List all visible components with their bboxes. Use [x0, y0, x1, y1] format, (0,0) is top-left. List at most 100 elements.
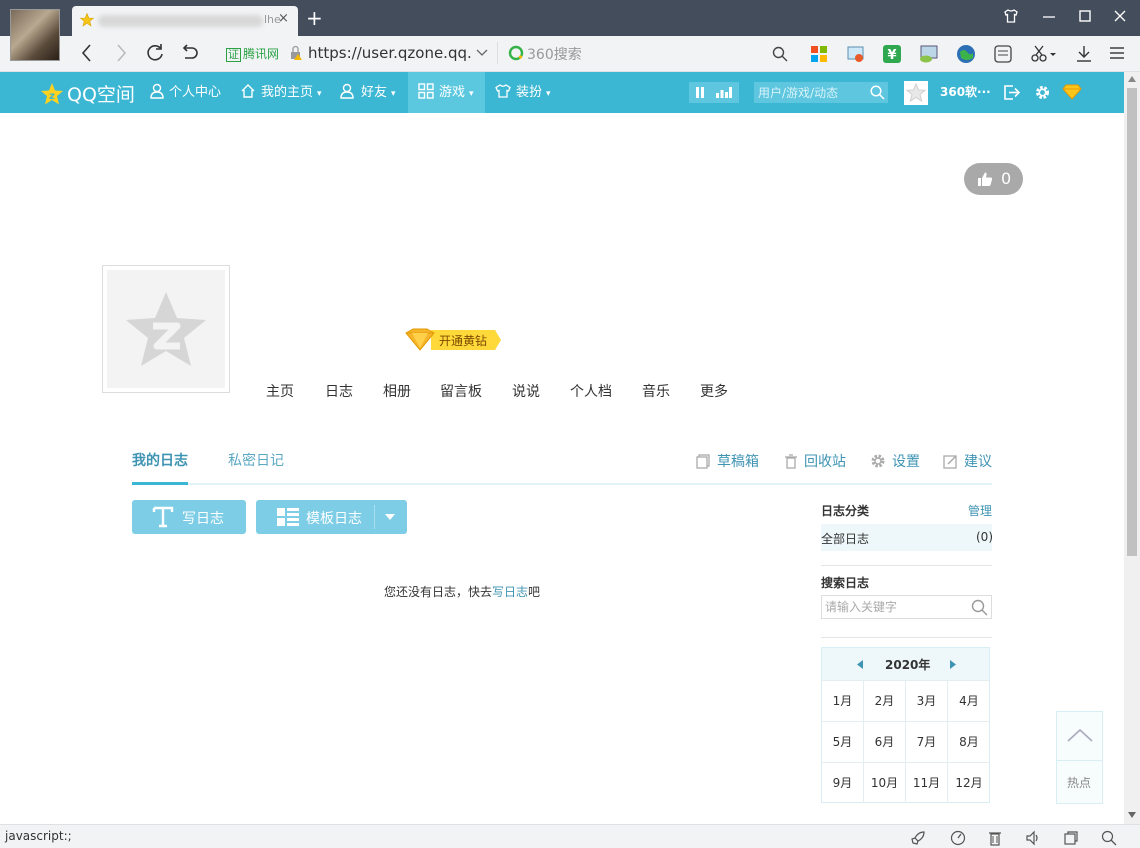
- speed-icon[interactable]: [950, 830, 966, 846]
- like-button[interactable]: 0: [964, 163, 1023, 195]
- search-icon[interactable]: [971, 599, 988, 616]
- shirt-skin-icon[interactable]: [1003, 8, 1019, 24]
- profile-nav-music[interactable]: 音乐: [642, 381, 670, 401]
- write-blog-button[interactable]: 写日志: [132, 500, 246, 534]
- month-cell[interactable]: 3月: [906, 680, 948, 721]
- profile-nav-more[interactable]: 更多: [700, 381, 728, 401]
- qzone-logo[interactable]: z QQ空间: [40, 80, 135, 107]
- qzone-search-input[interactable]: [754, 82, 864, 103]
- certificate-badge[interactable]: 证腾讯网: [226, 45, 279, 62]
- gear-icon[interactable]: [1034, 84, 1051, 101]
- chevron-up-icon[interactable]: [1066, 727, 1094, 743]
- zoom-icon[interactable]: [1101, 830, 1117, 846]
- settings-button[interactable]: 设置: [870, 451, 920, 471]
- nav-personal-center[interactable]: 个人中心: [150, 72, 221, 113]
- mode-switch[interactable]: [689, 82, 739, 103]
- address-bar: 证腾讯网 https://user.qzone.qq. 360搜索 ¥: [0, 36, 1140, 72]
- window-icon[interactable]: [1063, 830, 1079, 846]
- rocket-icon[interactable]: [910, 830, 926, 846]
- logout-icon[interactable]: [1003, 84, 1021, 101]
- sound-icon[interactable]: [1025, 830, 1041, 846]
- user-avatar[interactable]: [10, 9, 60, 61]
- trash-icon[interactable]: [988, 830, 1002, 846]
- undo-icon[interactable]: [179, 42, 199, 64]
- diamond-icon[interactable]: [1062, 84, 1082, 100]
- menu-icon[interactable]: [1109, 45, 1125, 61]
- hot-topics-button[interactable]: 热点: [1056, 711, 1103, 804]
- month-cell[interactable]: 7月: [906, 721, 948, 762]
- reader-icon[interactable]: [993, 44, 1013, 64]
- scroll-up-icon[interactable]: [1128, 76, 1136, 82]
- back-icon[interactable]: [80, 42, 94, 64]
- status-bar: javascript:;: [0, 824, 1140, 848]
- month-cell[interactable]: 8月: [948, 721, 990, 762]
- month-cell[interactable]: 5月: [822, 721, 864, 762]
- profile-picture[interactable]: [102, 265, 230, 393]
- minimize-icon[interactable]: [1042, 8, 1056, 24]
- screenshot-icon[interactable]: [846, 44, 866, 64]
- scissors-icon[interactable]: [1030, 44, 1056, 64]
- month-cell[interactable]: 9月: [822, 762, 864, 803]
- new-tab-button[interactable]: +: [306, 6, 323, 30]
- nav-label: 装扮: [516, 85, 543, 100]
- scrollbar-thumb[interactable]: [1127, 88, 1137, 556]
- next-year-icon[interactable]: [950, 660, 956, 669]
- app-grid-icon[interactable]: [810, 45, 828, 63]
- profile-nav-home[interactable]: 主页: [266, 381, 294, 401]
- month-cell[interactable]: 4月: [948, 680, 990, 721]
- qzone-search[interactable]: [754, 82, 888, 103]
- globe-icon[interactable]: [955, 43, 977, 65]
- nav-my-homepage[interactable]: 我的主页 ▾: [240, 72, 322, 113]
- blog-search-input[interactable]: [822, 596, 962, 618]
- tab-close-icon[interactable]: ×: [278, 11, 289, 26]
- search-icon[interactable]: [870, 85, 885, 100]
- profile-nav-album[interactable]: 相册: [383, 381, 411, 401]
- scrollbar[interactable]: [1124, 72, 1140, 824]
- search-blog-title: 搜索日志: [821, 576, 870, 590]
- caret-down-icon[interactable]: [385, 514, 395, 520]
- username-label[interactable]: 360软···: [940, 72, 991, 113]
- write-blog-link[interactable]: 写日志: [492, 585, 528, 599]
- window-close-icon[interactable]: [1113, 8, 1127, 24]
- nav-friends[interactable]: 好友 ▾: [340, 72, 396, 113]
- month-cell[interactable]: 2月: [864, 680, 906, 721]
- month-cell[interactable]: 6月: [864, 721, 906, 762]
- feedback-button[interactable]: 建议: [943, 451, 992, 471]
- recycle-bin-button[interactable]: 回收站: [784, 451, 846, 471]
- month-cell[interactable]: 11月: [906, 762, 948, 803]
- url-text[interactable]: https://user.qzone.qq.: [308, 44, 472, 62]
- manage-link[interactable]: 管理: [968, 502, 992, 519]
- category-all-blogs[interactable]: 全部日志 (0): [821, 524, 993, 551]
- open-yellow-diamond-button[interactable]: 开通黄钻: [403, 328, 501, 352]
- search-icon[interactable]: [772, 46, 788, 62]
- profile-nav-blog[interactable]: 日志: [325, 381, 353, 401]
- download-icon[interactable]: [1075, 44, 1093, 64]
- profile-nav-shuoshuo[interactable]: 说说: [512, 381, 540, 401]
- month-cell[interactable]: 1月: [822, 680, 864, 721]
- chevron-down-icon[interactable]: [475, 48, 489, 58]
- user-mini-avatar[interactable]: [904, 81, 928, 105]
- refresh-icon[interactable]: [145, 42, 165, 64]
- month-cell[interactable]: 10月: [864, 762, 906, 803]
- caret-down-icon: ▾: [317, 89, 322, 99]
- template-blog-button[interactable]: 模板日志: [256, 500, 407, 534]
- profile-nav-guestbook[interactable]: 留言板: [440, 381, 482, 401]
- profile-nav-profile[interactable]: 个人档: [570, 381, 612, 401]
- cloud-screen-icon[interactable]: [918, 44, 940, 64]
- lock-warning-icon[interactable]: [289, 45, 303, 61]
- divider: [497, 42, 498, 64]
- scroll-down-icon[interactable]: [1128, 812, 1136, 818]
- search-engine-box[interactable]: 360搜索: [508, 44, 582, 64]
- maximize-icon[interactable]: [1078, 8, 1092, 24]
- blog-search[interactable]: [821, 595, 992, 619]
- yuan-icon[interactable]: ¥: [882, 44, 902, 64]
- month-cell[interactable]: 12月: [948, 762, 990, 803]
- prev-year-icon[interactable]: [857, 660, 863, 669]
- nav-dress-up[interactable]: 装扮 ▾: [495, 72, 551, 113]
- tab-private-diary[interactable]: 私密日记: [228, 450, 284, 470]
- forward-icon[interactable]: [114, 42, 128, 64]
- browser-tab[interactable]: lhe ×: [72, 6, 298, 36]
- tab-my-blog[interactable]: 我的日志: [132, 450, 188, 470]
- nav-games[interactable]: 游戏 ▾: [408, 72, 485, 113]
- drafts-button[interactable]: 草稿箱: [696, 451, 759, 471]
